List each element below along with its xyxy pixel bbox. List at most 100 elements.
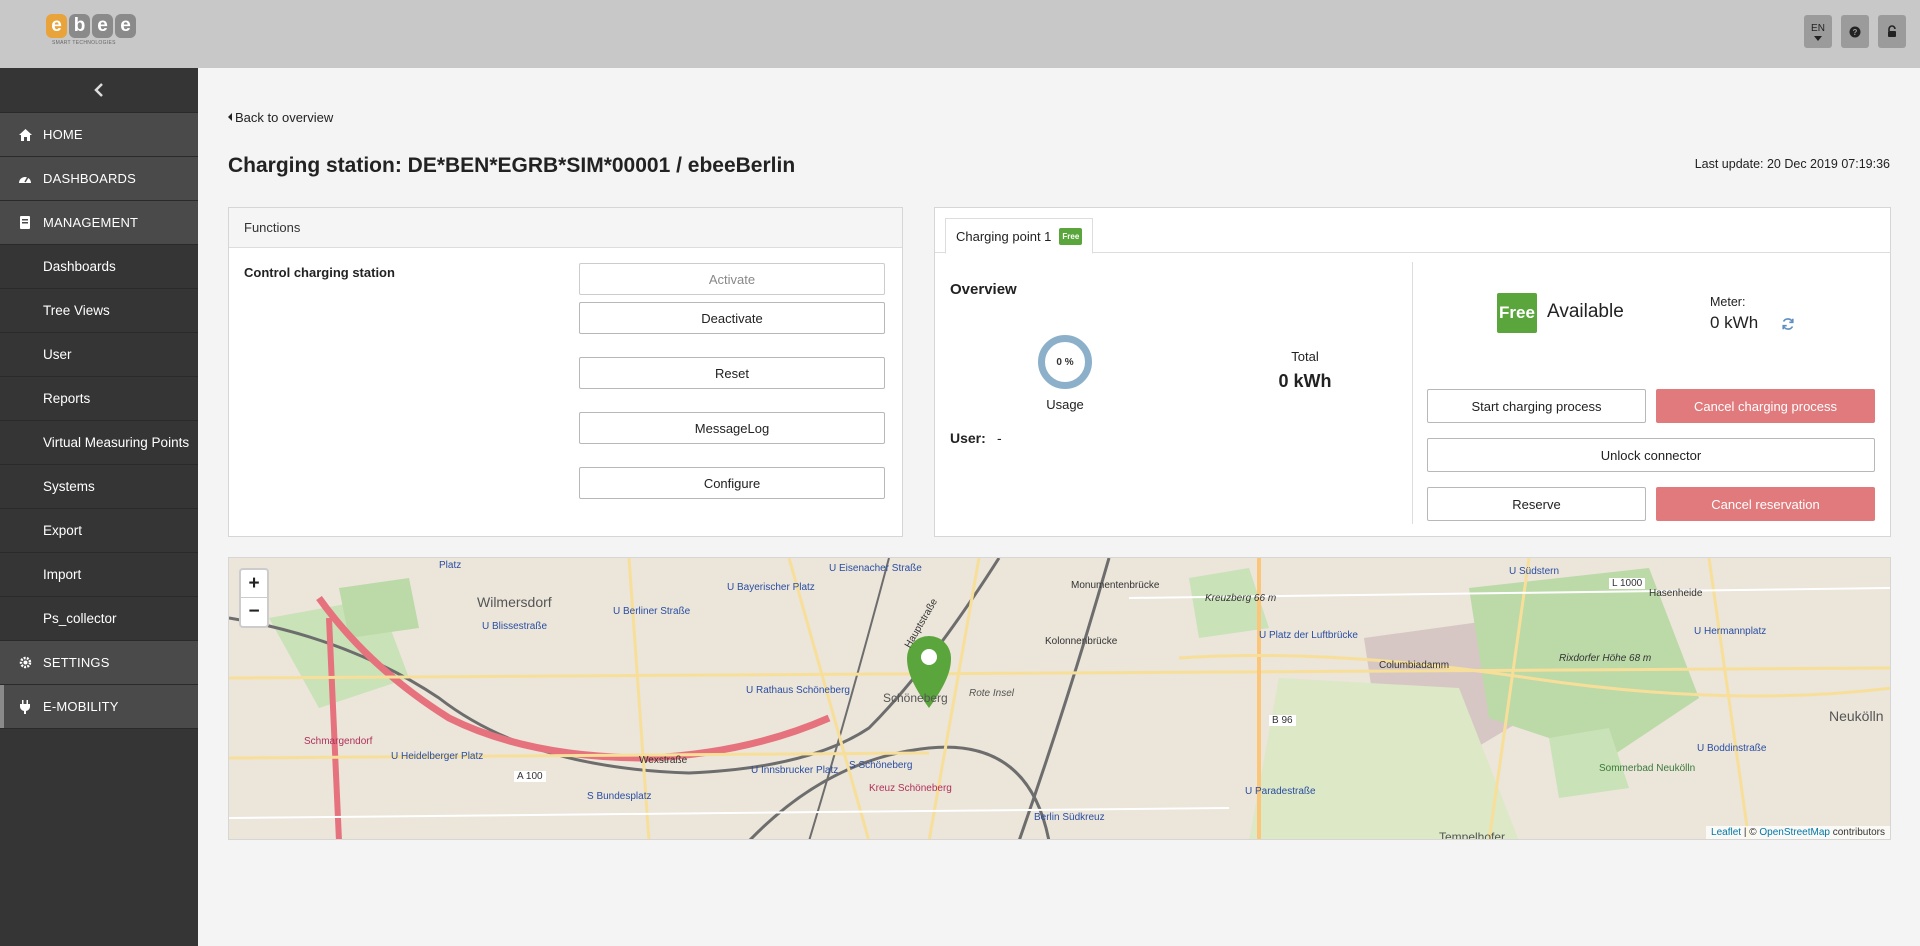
configure-button[interactable]: Configure xyxy=(579,467,885,499)
tab-charging-point-1[interactable]: Charging point 1 Free xyxy=(945,218,1094,254)
sidebar-item-virtual-measuring-points[interactable]: Virtual Measuring Points xyxy=(0,421,198,465)
leaflet-link[interactable]: Leaflet xyxy=(1711,827,1741,838)
logo-subtitle: SMART TECHNOLOGIES xyxy=(52,40,116,46)
map-label: Columbiadamm xyxy=(1379,660,1450,671)
sidebar-item-tree-views[interactable]: Tree Views xyxy=(0,289,198,333)
plug-icon xyxy=(16,699,34,714)
map-label: U Eisenacher Straße xyxy=(829,563,922,574)
sidebar-item-home[interactable]: HOME xyxy=(0,113,198,157)
sidebar-item-dashboards[interactable]: DASHBOARDS xyxy=(0,157,198,201)
sidebar-item-import[interactable]: Import xyxy=(0,553,198,597)
map-label: Kreuzberg 66 m xyxy=(1205,593,1277,604)
map-label: Hasenheide xyxy=(1649,588,1703,599)
sidebar-item-label: Systems xyxy=(43,479,95,494)
logo-letter: e xyxy=(115,14,136,38)
map-label: U Bayerischer Platz xyxy=(727,582,815,593)
language-selector[interactable]: EN xyxy=(1804,15,1832,48)
deactivate-button[interactable]: Deactivate xyxy=(579,302,885,334)
cancel-charging-button[interactable]: Cancel charging process xyxy=(1656,389,1875,423)
map-label: U Blissestraße xyxy=(482,621,548,632)
sidebar-item-label: MANAGEMENT xyxy=(43,215,139,230)
chevron-left-icon xyxy=(94,83,103,97)
sidebar-item-label: Dashboards xyxy=(43,259,116,274)
sidebar-item-label: Export xyxy=(43,523,83,538)
sidebar-item-label: DASHBOARDS xyxy=(43,171,137,186)
panel-divider xyxy=(1412,262,1413,524)
sidebar-item-systems[interactable]: Systems xyxy=(0,465,198,509)
overview-title: Overview xyxy=(950,281,1017,298)
sidebar-item-user[interactable]: User xyxy=(0,333,198,377)
sidebar-item-label: Import xyxy=(43,567,82,582)
sidebar-item-label: E-MOBILITY xyxy=(43,699,119,714)
map-zoom-control: + − xyxy=(239,568,269,628)
status-text: Available xyxy=(1547,301,1624,322)
sidebar-item-label: HOME xyxy=(43,127,83,142)
sidebar-item-label: Tree Views xyxy=(43,303,110,318)
map-label: S Schöneberg xyxy=(849,760,913,771)
main-content: Back to overview Charging station: DE*BE… xyxy=(198,68,1920,946)
book-icon xyxy=(16,216,34,229)
unlock-connector-button[interactable]: Unlock connector xyxy=(1427,438,1875,472)
sidebar-item-label: Ps_collector xyxy=(43,611,117,626)
dashboard-icon xyxy=(16,173,34,184)
sidebar-item-reports[interactable]: Reports xyxy=(0,377,198,421)
sidebar-item-management[interactable]: MANAGEMENT xyxy=(0,201,198,245)
zoom-out-button[interactable]: − xyxy=(241,598,267,626)
lock-button[interactable] xyxy=(1878,15,1906,48)
ebee-logo[interactable]: e b e e SMART TECHNOLOGIES xyxy=(46,14,136,54)
gear-icon xyxy=(16,656,34,669)
logo-letter: e xyxy=(46,14,67,38)
language-label: EN xyxy=(1811,22,1825,34)
map-label: U Heidelberger Platz xyxy=(391,751,484,762)
total-value: 0 kWh xyxy=(1278,371,1332,391)
map-label: Schöneberg xyxy=(883,691,948,705)
tab-label: Charging point 1 xyxy=(956,228,1052,244)
map-label: U Paradestraße xyxy=(1245,786,1316,797)
messagelog-button[interactable]: MessageLog xyxy=(579,412,885,444)
reserve-button[interactable]: Reserve xyxy=(1427,487,1646,521)
refresh-icon[interactable] xyxy=(1781,317,1795,331)
question-icon: ? xyxy=(1849,26,1861,37)
reset-button[interactable]: Reset xyxy=(579,357,885,389)
sidebar-item-label: SETTINGS xyxy=(43,655,110,670)
sidebar-item-ps-collector[interactable]: Ps_collector xyxy=(0,597,198,641)
user-value: - xyxy=(997,430,1002,446)
map-label: Neukölln xyxy=(1829,708,1884,724)
map-label: U Berliner Straße xyxy=(613,606,691,617)
user-label: User: xyxy=(950,430,986,446)
control-charging-station-label: Control charging station xyxy=(244,265,395,280)
sidebar-item-dashboards-sub[interactable]: Dashboards xyxy=(0,245,198,289)
map-label: B 96 xyxy=(1269,715,1296,726)
sidebar-item-export[interactable]: Export xyxy=(0,509,198,553)
activate-button[interactable]: Activate xyxy=(579,263,885,295)
station-map[interactable]: Wilmersdorf Schöneberg Neukölln U Eisena… xyxy=(228,557,1891,840)
lock-icon xyxy=(1888,25,1896,37)
home-icon xyxy=(16,128,34,141)
sidebar-collapse-button[interactable] xyxy=(0,68,198,113)
total-label: Total xyxy=(1291,349,1319,364)
sidebar: HOME DASHBOARDS MANAGEMENT Dashboards Tr… xyxy=(0,68,198,946)
logo-letter: e xyxy=(92,14,113,38)
page-title: Charging station: DE*BEN*EGRB*SIM*00001 … xyxy=(228,154,796,177)
caret-left-icon xyxy=(228,113,232,121)
openstreetmap-link[interactable]: OpenStreetMap xyxy=(1759,827,1830,838)
map-label: Kreuz Schöneberg xyxy=(869,783,952,794)
start-charging-button[interactable]: Start charging process xyxy=(1427,389,1646,423)
help-button[interactable]: ? xyxy=(1841,15,1869,48)
map-label: Schmargendorf xyxy=(304,736,373,747)
map-label: U Innsbrucker Platz xyxy=(751,765,839,776)
charging-point-panel: Charging point 1 Free Overview 0 % Usage… xyxy=(934,207,1891,537)
logo-letter: b xyxy=(69,14,90,38)
caret-down-icon xyxy=(1814,35,1822,41)
sidebar-item-settings[interactable]: SETTINGS xyxy=(0,641,198,685)
back-to-overview-link[interactable]: Back to overview xyxy=(228,110,333,125)
zoom-in-button[interactable]: + xyxy=(241,570,267,598)
attribution-tail: contributors xyxy=(1829,827,1885,838)
map-label: Sommerbad Neukölln xyxy=(1599,763,1696,774)
map-label: Rixdorfer Höhe 68 m xyxy=(1559,653,1652,664)
cancel-reservation-button[interactable]: Cancel reservation xyxy=(1656,487,1875,521)
functions-heading: Functions xyxy=(229,208,902,248)
map-label: A 100 xyxy=(514,771,546,782)
map-attribution: Leaflet | © OpenStreetMap contributors xyxy=(1706,826,1890,839)
sidebar-item-e-mobility[interactable]: E-MOBILITY xyxy=(0,685,198,729)
